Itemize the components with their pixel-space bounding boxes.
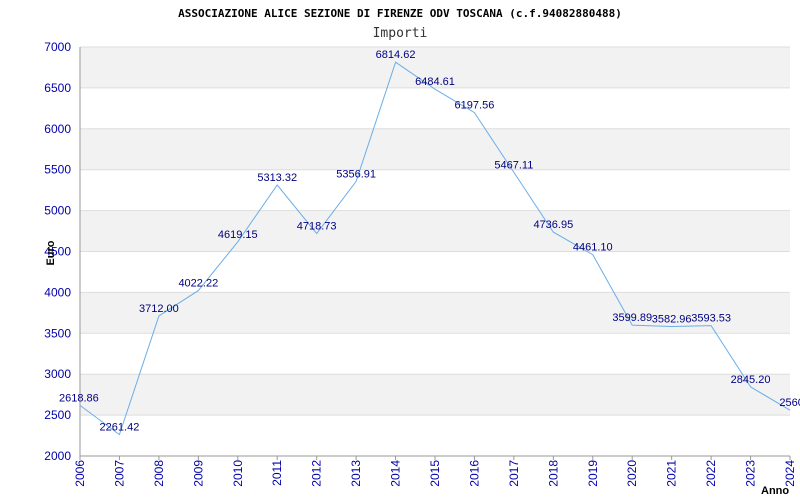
y-tick-label: 5500 [44, 163, 71, 177]
data-label: 2618.86 [59, 392, 99, 404]
grid-band [80, 128, 790, 170]
x-tick-label: 2012 [310, 460, 324, 487]
line-chart: 2000250030003500400045005000550060006500… [44, 7, 800, 497]
data-label: 5313.32 [257, 172, 297, 184]
y-tick-label: 6500 [44, 81, 71, 95]
y-tick-label: 5000 [44, 204, 71, 218]
x-tick-label: 2015 [428, 460, 442, 487]
data-label: 3593.53 [691, 313, 731, 325]
y-tick-label: 2000 [44, 449, 71, 463]
y-axis-label: Euro [45, 240, 57, 265]
x-tick-label: 2021 [665, 460, 679, 487]
data-label: 6814.62 [376, 49, 416, 61]
x-tick-label: 2014 [389, 460, 403, 487]
x-tick-label: 2010 [231, 460, 245, 487]
data-label: 4461.10 [573, 242, 613, 254]
x-tick-labels: 2006 2007 2008 2009 2010 2011 2012 2013 2014 2015… [73, 460, 797, 487]
y-tick-label: 6000 [44, 122, 71, 136]
x-tick-label: 2013 [349, 460, 363, 487]
x-tick-label: 2018 [546, 460, 560, 487]
grid-band [80, 210, 790, 252]
data-label: 3712.00 [139, 303, 179, 315]
data-label: 4736.95 [533, 219, 573, 231]
data-label: 2560.0 [779, 397, 800, 409]
grid-band [80, 374, 790, 416]
data-label: 6484.61 [415, 76, 455, 88]
x-tick-label: 2016 [467, 460, 481, 487]
x-tick-label: 2022 [704, 460, 718, 487]
data-label: 5467.11 [494, 159, 533, 171]
data-label: 4619.15 [218, 229, 258, 241]
y-tick-label: 3500 [44, 326, 71, 340]
x-tick-label: 2023 [744, 460, 758, 487]
x-tick-label: 2009 [191, 460, 205, 487]
x-tick-label: 2019 [586, 460, 600, 487]
x-tick-label: 2007 [112, 460, 126, 487]
data-label: 2261.42 [100, 422, 140, 434]
x-tick-label: 2011 [270, 460, 284, 486]
x-tick-label: 2020 [625, 460, 639, 487]
data-label: 3582.96 [652, 314, 692, 326]
data-label: 4718.73 [297, 221, 337, 233]
background-bands [80, 47, 790, 416]
data-label: 6197.56 [455, 100, 495, 112]
x-tick-label: 2008 [152, 460, 166, 487]
y-tick-label: 7000 [44, 40, 71, 54]
data-label: 3599.89 [612, 312, 652, 324]
data-label: 5356.91 [336, 168, 376, 180]
y-tick-label: 4000 [44, 285, 71, 299]
x-tick-label: 2017 [507, 460, 521, 487]
y-tick-label: 2500 [44, 408, 71, 422]
y-tick-label: 3000 [44, 367, 71, 381]
x-axis-label: Anno [761, 485, 789, 497]
x-tick-label: 2024 [783, 460, 797, 487]
chart-subtitle: Importi [373, 26, 428, 41]
chart-title: ASSOCIAZIONE ALICE SEZIONE DI FIRENZE OD… [178, 7, 622, 20]
data-label: 2845.20 [731, 374, 771, 386]
x-tick-label: 2006 [73, 460, 87, 487]
data-label: 4022.22 [178, 278, 218, 290]
